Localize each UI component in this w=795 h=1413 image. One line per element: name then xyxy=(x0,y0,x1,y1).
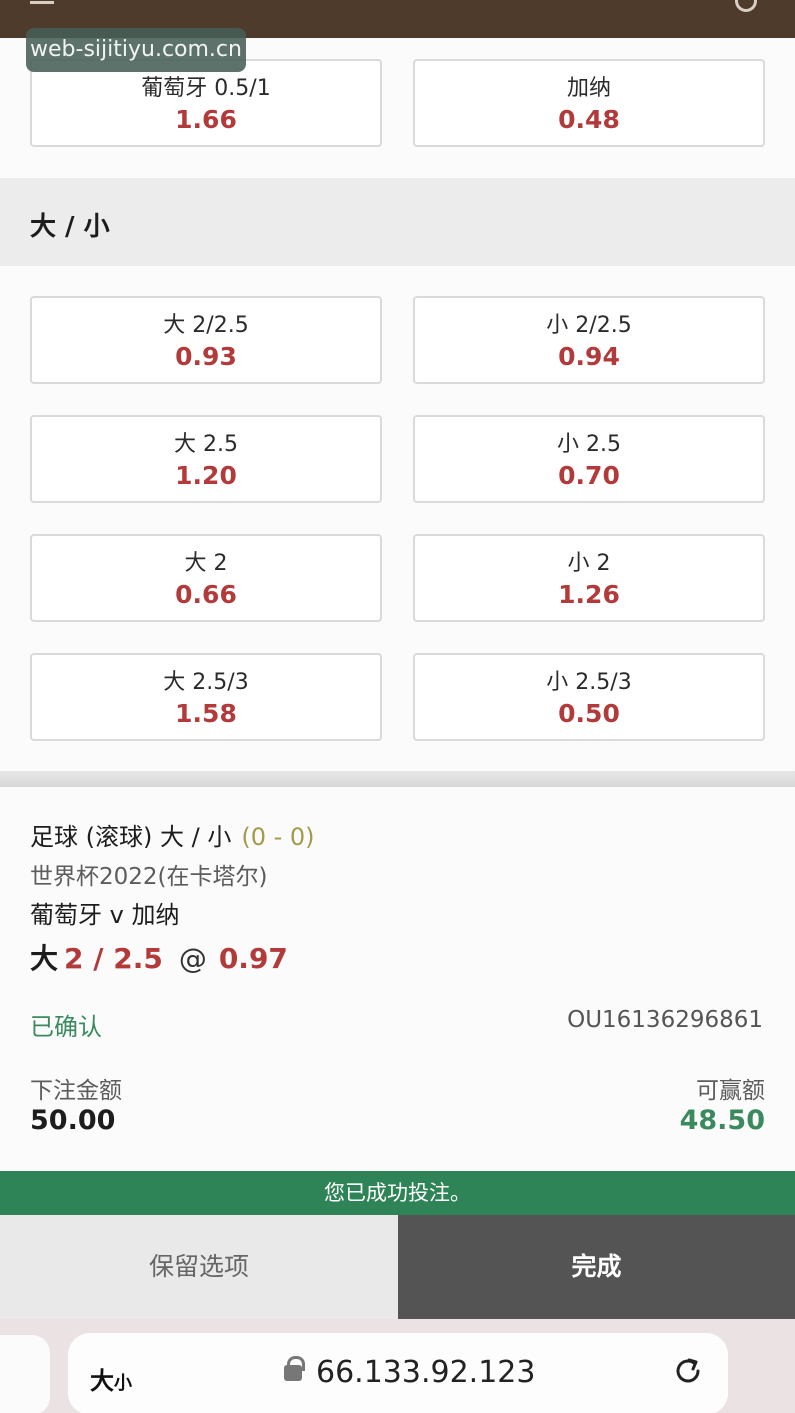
odds-price: 0.50 xyxy=(558,699,620,728)
odds-price: 0.66 xyxy=(175,580,237,609)
done-button[interactable]: 完成 xyxy=(398,1215,795,1319)
over-under-odds-grid: 大 2/2.5 0.93 小 2/2.5 0.94 大 2.5 1.20 小 2… xyxy=(0,266,795,771)
sheet-divider xyxy=(0,771,795,787)
odds-label: 小 2.5/3 xyxy=(546,670,632,695)
odds-price: 0.94 xyxy=(558,342,620,371)
address-bar[interactable]: 大小 66.133.92.123 xyxy=(68,1333,728,1413)
section-title: 大 / 小 xyxy=(30,212,110,242)
text-size-small: 小 xyxy=(114,1373,132,1394)
browser-left-control[interactable] xyxy=(0,1335,50,1413)
bet-market: 足球 (滚球) 大 / 小 xyxy=(30,823,232,851)
stake-label: 下注金额 xyxy=(30,1078,122,1104)
odds-button-under-2.5-3[interactable]: 小 2.5/3 0.50 xyxy=(413,653,765,741)
bet-market-line: 足球 (滚球) 大 / 小 (0 - 0) xyxy=(30,817,315,852)
odds-button-over-2-2.5[interactable]: 大 2/2.5 0.93 xyxy=(30,296,382,384)
odds-button-portugal-handicap[interactable]: 葡萄牙 0.5/1 1.66 xyxy=(30,59,382,147)
status-badge: 已确认 xyxy=(30,1013,102,1041)
odds-price: 0.93 xyxy=(175,342,237,371)
odds-price: 1.20 xyxy=(175,461,237,490)
stake-value: 50.00 xyxy=(30,1105,116,1136)
browser-toolbar: 大小 66.133.92.123 xyxy=(0,1319,795,1413)
odds-button-over-2[interactable]: 大 2 0.66 xyxy=(30,534,382,622)
league-name: 世界杯2022(在卡塔尔) xyxy=(30,864,268,890)
url-text: 66.133.92.123 xyxy=(316,1355,536,1390)
keep-selections-button[interactable]: 保留选项 xyxy=(0,1215,398,1319)
text-size-button[interactable]: 大小 xyxy=(90,1361,132,1396)
bet-reference-number: OU16136296861 xyxy=(567,1007,763,1033)
match-name: 葡萄牙 v 加纳 xyxy=(30,901,180,929)
odds-price: 0.70 xyxy=(558,461,620,490)
odds-label: 大 2.5 xyxy=(174,432,238,457)
menu-icon[interactable] xyxy=(30,0,54,4)
text-size-big: 大 xyxy=(90,1367,114,1395)
bet-selection: 大2 / 2.5 @0.97 xyxy=(30,937,288,977)
odds-button-under-2.5[interactable]: 小 2.5 0.70 xyxy=(413,415,765,503)
odds-button-under-2-2.5[interactable]: 小 2/2.5 0.94 xyxy=(413,296,765,384)
watermark: web-sijitiyu.com.cn xyxy=(26,28,246,72)
odds-button-over-2.5[interactable]: 大 2.5 1.20 xyxy=(30,415,382,503)
odds-price: 1.58 xyxy=(175,699,237,728)
odds-price: 1.66 xyxy=(175,105,237,134)
odds-button-under-2[interactable]: 小 2 1.26 xyxy=(413,534,765,622)
selection-side: 大 xyxy=(30,942,59,975)
odds-label: 大 2/2.5 xyxy=(163,313,249,338)
odds-price: 0.48 xyxy=(558,105,620,134)
over-under-section-header[interactable]: 大 / 小 xyxy=(0,178,795,266)
odds-label: 小 2/2.5 xyxy=(546,313,632,338)
odds-button-ghana-handicap[interactable]: 加纳 0.48 xyxy=(413,59,765,147)
bet-confirmation-screen: web-sijitiyu.com.cn 葡萄牙 0.5/1 1.66 加纳 0.… xyxy=(0,0,795,1413)
bet-slip-receipt: 足球 (滚球) 大 / 小 (0 - 0) 世界杯2022(在卡塔尔) 葡萄牙 v… xyxy=(0,787,795,1171)
selection-odds: 0.97 xyxy=(218,942,288,975)
potential-win-label: 可赢额 xyxy=(696,1078,765,1104)
success-message-bar: 您已成功投注。 xyxy=(0,1171,795,1215)
odds-label: 小 2.5 xyxy=(557,432,621,457)
odds-label: 大 2 xyxy=(184,551,228,576)
selection-line: 2 / 2.5 xyxy=(64,942,163,975)
lock-icon xyxy=(284,1356,305,1381)
potential-win-value: 48.50 xyxy=(679,1105,765,1136)
odds-label: 大 2.5/3 xyxy=(163,670,249,695)
odds-label: 小 2 xyxy=(567,551,611,576)
reload-icon[interactable] xyxy=(670,1353,706,1389)
at-symbol: @ xyxy=(178,942,207,975)
odds-button-over-2.5-3[interactable]: 大 2.5/3 1.58 xyxy=(30,653,382,741)
account-icon[interactable] xyxy=(735,0,757,12)
odds-label: 加纳 xyxy=(566,76,611,101)
live-score: (0 - 0) xyxy=(241,823,315,851)
odds-label: 葡萄牙 0.5/1 xyxy=(141,76,271,101)
odds-price: 1.26 xyxy=(558,580,620,609)
